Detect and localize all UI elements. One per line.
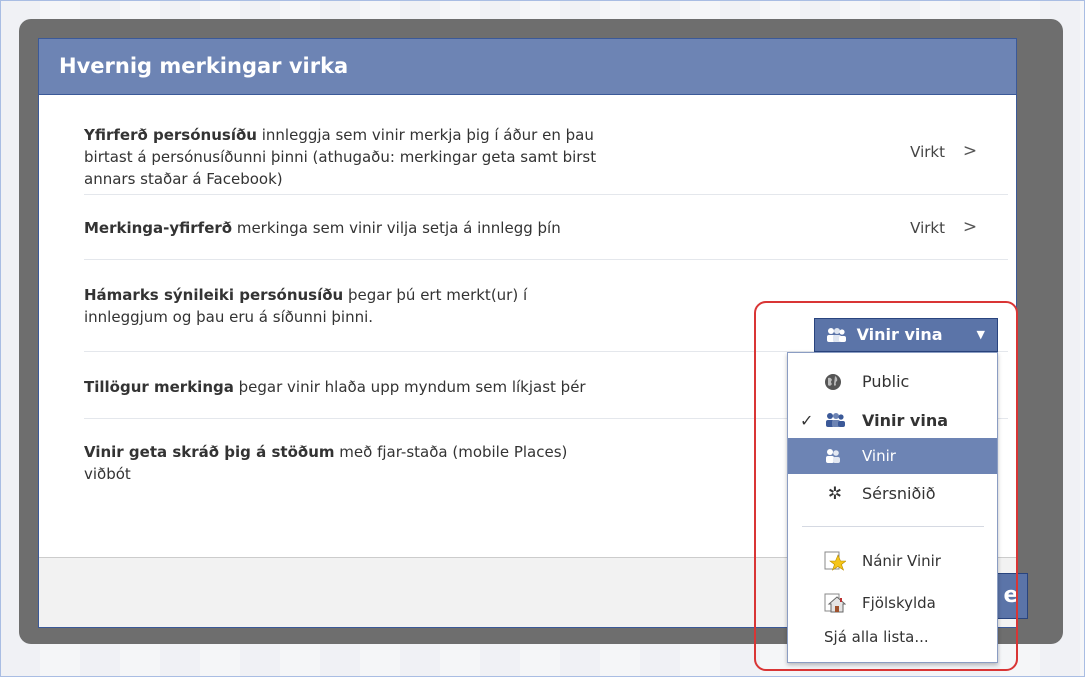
setting-title: Hámarks sýnileiki persónusíðu	[84, 286, 344, 304]
setting-value: Virkt	[910, 219, 945, 237]
setting-description: merkinga sem vinir vilja setja á innlegg…	[232, 219, 561, 237]
setting-row-tag-review[interactable]: Merkinga-yfirferð merkinga sem vinir vil…	[84, 195, 1008, 260]
setting-description: annars staðar á Facebook)	[84, 170, 283, 188]
setting-row-profile-review[interactable]: Yfirferð persónusíðu innleggja sem vinir…	[84, 107, 1008, 195]
setting-description: þegar þú ert merkt(ur) í	[343, 286, 528, 304]
setting-description: innleggjum og þau eru á síðunni þinni.	[84, 308, 374, 326]
setting-title: Vinir geta skráð þig á stöðum	[84, 443, 335, 461]
setting-description: innleggja sem vinir merkja þig í áður en…	[256, 126, 594, 144]
setting-title: Yfirferð persónusíðu	[84, 126, 257, 144]
setting-description: viðbót	[84, 465, 131, 483]
highlight-annotation-box	[754, 301, 1018, 671]
setting-title: Tillögur merkinga	[84, 378, 234, 396]
setting-description: þegar vinir hlaða upp myndum sem líkjast…	[233, 378, 586, 396]
setting-title: Merkinga-yfirferð	[84, 219, 233, 237]
dialog-title: Hvernig merkingar virka	[39, 39, 1016, 95]
setting-value: Virkt	[910, 143, 945, 161]
setting-description: birtast á persónusíðunni þinni (athugaðu…	[84, 148, 597, 166]
chevron-right-icon[interactable]: >	[960, 140, 980, 162]
chevron-right-icon[interactable]: >	[960, 216, 980, 238]
setting-description: með fjar-staða (mobile Places)	[334, 443, 568, 461]
